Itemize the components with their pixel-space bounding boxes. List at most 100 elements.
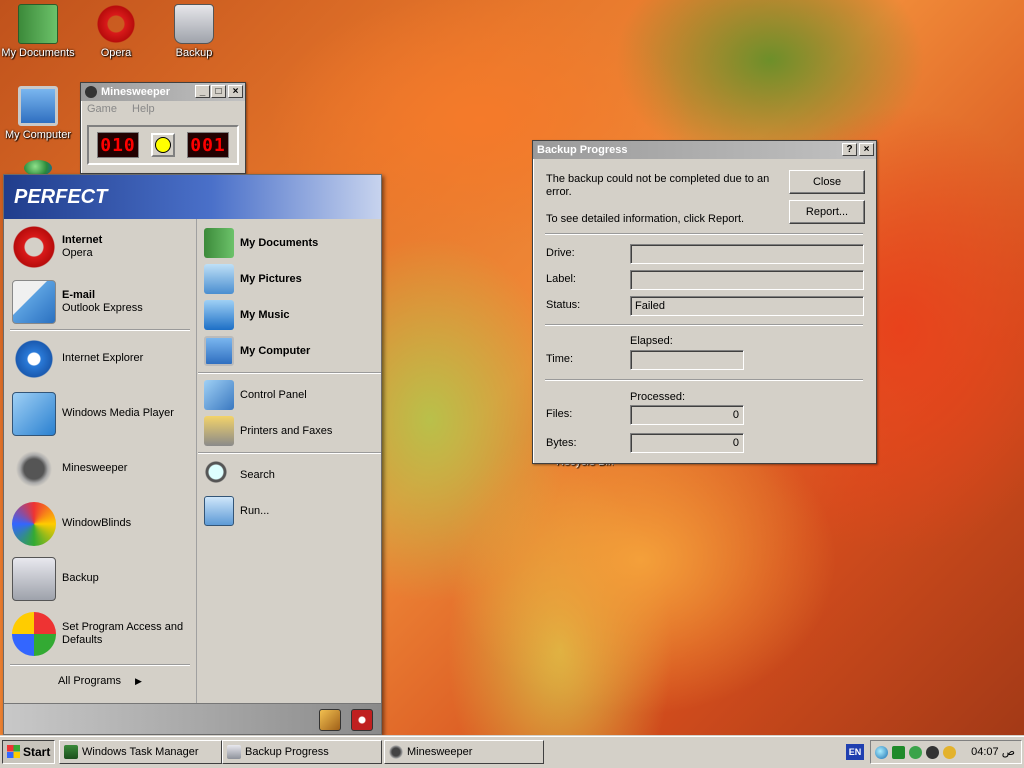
- minesweeper-app-icon: [85, 86, 97, 98]
- bytes-label: Bytes:: [546, 437, 577, 449]
- window-title: Minesweeper: [101, 86, 171, 98]
- desktop-icon-my-computer[interactable]: My Computer: [0, 86, 76, 141]
- opera-tray-icon[interactable]: [926, 746, 939, 759]
- my-computer-icon: [18, 86, 58, 126]
- start-item-label: WindowBlinds: [62, 517, 132, 529]
- taskbar-button-label: Backup Progress: [245, 746, 329, 758]
- new-game-smiley-button[interactable]: [151, 133, 175, 157]
- close-dialog-button[interactable]: Close: [789, 170, 865, 194]
- start-item-email[interactable]: E-mail Outlook Express: [4, 274, 196, 329]
- opera-icon: [12, 224, 56, 269]
- start-item-minesweeper[interactable]: Minesweeper: [4, 441, 196, 496]
- start-button-label: Start: [23, 745, 51, 759]
- minimize-button[interactable]: _: [195, 85, 210, 98]
- start-item-label: Internet Explorer: [62, 352, 144, 364]
- report-button[interactable]: Report...: [789, 200, 865, 224]
- system-tray: 04:07 ص: [870, 740, 1022, 764]
- control-panel-icon: [204, 380, 234, 410]
- start-item-printers[interactable]: Printers and Faxes: [198, 413, 381, 449]
- start-item-label: Printers and Faxes: [240, 425, 333, 437]
- all-programs-button[interactable]: All Programs ▶: [4, 666, 196, 696]
- files-field: 0: [630, 405, 744, 425]
- start-item-my-pictures[interactable]: My Pictures: [198, 261, 381, 297]
- start-menu-separator: [198, 452, 381, 454]
- bytes-field: 0: [630, 433, 744, 453]
- minesweeper-window[interactable]: Minesweeper _ □ × Game Help 010 001: [80, 82, 246, 174]
- status-field: Failed: [630, 296, 864, 316]
- error-message: The backup could not be completed due to…: [546, 173, 770, 198]
- time-field: [630, 350, 744, 370]
- start-menu-left-pane: Internet Opera E-mail Outlook Express In…: [4, 219, 197, 705]
- desktop-icon-my-documents[interactable]: My Documents: [0, 4, 76, 59]
- start-item-my-documents[interactable]: My Documents: [198, 225, 381, 261]
- start-item-internet-explorer[interactable]: Internet Explorer: [4, 331, 196, 386]
- window-title: Backup Progress: [537, 144, 628, 156]
- my-documents-icon: [18, 4, 58, 44]
- start-item-label: Control Panel: [240, 389, 307, 401]
- menu-game[interactable]: Game: [87, 103, 117, 115]
- opera-icon: [96, 4, 136, 44]
- language-indicator[interactable]: EN: [846, 744, 864, 760]
- report-hint: To see detailed information, click Repor…: [546, 213, 745, 225]
- minesweeper-titlebar[interactable]: Minesweeper _ □ ×: [81, 83, 245, 101]
- power-off-icon[interactable]: [351, 709, 373, 731]
- start-item-search[interactable]: Search: [198, 457, 381, 493]
- task-manager-icon: [64, 745, 78, 759]
- log-off-key-icon[interactable]: [319, 709, 341, 731]
- start-item-my-computer[interactable]: My Computer: [198, 333, 381, 369]
- help-button[interactable]: ?: [842, 143, 857, 156]
- start-item-label: Search: [240, 469, 275, 481]
- taskbar-button-task-manager[interactable]: Windows Task Manager: [59, 740, 222, 764]
- backup-progress-dialog[interactable]: Backup Progress ? × The backup could not…: [532, 140, 877, 464]
- desktop-icon-backup[interactable]: Backup: [156, 4, 232, 59]
- start-menu-header: PERFECT: [4, 175, 381, 219]
- desktop-icon-opera[interactable]: Opera: [78, 4, 154, 59]
- start-item-label: Set Program Access and Defaults: [62, 620, 184, 646]
- menu-help[interactable]: Help: [132, 103, 155, 115]
- outlook-express-icon: [12, 279, 56, 324]
- close-button[interactable]: ×: [859, 143, 874, 156]
- desktop-icon-label: My Documents: [1, 47, 75, 59]
- internet-explorer-icon: [12, 336, 56, 381]
- clock[interactable]: 04:07 ص: [971, 741, 1015, 763]
- minesweeper-icon: [389, 745, 403, 759]
- status-label: Status:: [546, 299, 581, 311]
- maximize-button[interactable]: □: [211, 85, 226, 98]
- start-item-backup[interactable]: Backup: [4, 551, 196, 606]
- processed-label: Processed:: [630, 391, 686, 403]
- separator: [545, 379, 863, 381]
- minesweeper-menubar: Game Help: [81, 101, 245, 119]
- start-menu-right-pane: My Documents My Pictures My Music My Com…: [198, 219, 381, 705]
- backup-icon: [227, 745, 241, 759]
- taskbar-button-minesweeper[interactable]: Minesweeper: [384, 740, 544, 764]
- backup-icon: [174, 4, 214, 44]
- network-globe-icon[interactable]: [875, 746, 888, 759]
- start-item-run[interactable]: Run...: [198, 493, 381, 529]
- taskbar-button-backup-progress[interactable]: Backup Progress: [222, 740, 382, 764]
- start-item-subtitle: Opera: [62, 246, 93, 259]
- start-item-label: My Documents: [240, 237, 319, 249]
- my-music-icon: [204, 300, 234, 330]
- windowblinds-icon: [12, 501, 56, 546]
- start-item-windowblinds[interactable]: WindowBlinds: [4, 496, 196, 551]
- minesweeper-counter-panel: 010 001: [87, 125, 239, 165]
- green-status-icon[interactable]: [892, 746, 905, 759]
- start-item-subtitle: Outlook Express: [62, 301, 143, 314]
- close-button[interactable]: ×: [228, 85, 243, 98]
- start-button[interactable]: Start: [2, 740, 55, 764]
- shield-icon[interactable]: [909, 746, 922, 759]
- drive-field: [630, 244, 864, 264]
- backup-titlebar[interactable]: Backup Progress ? ×: [533, 141, 876, 159]
- key-icon[interactable]: [943, 746, 956, 759]
- desktop-icon-label: My Computer: [4, 129, 72, 141]
- start-item-control-panel[interactable]: Control Panel: [198, 377, 381, 413]
- time-label: Time:: [546, 353, 574, 365]
- my-documents-icon: [204, 228, 234, 258]
- start-menu-separator: [198, 372, 381, 374]
- start-item-internet[interactable]: Internet Opera: [4, 219, 196, 274]
- start-item-my-music[interactable]: My Music: [198, 297, 381, 333]
- printer-icon: [204, 416, 234, 446]
- my-pictures-icon: [204, 264, 234, 294]
- start-item-program-defaults[interactable]: Set Program Access and Defaults: [4, 606, 196, 661]
- start-item-media-player[interactable]: Windows Media Player: [4, 386, 196, 441]
